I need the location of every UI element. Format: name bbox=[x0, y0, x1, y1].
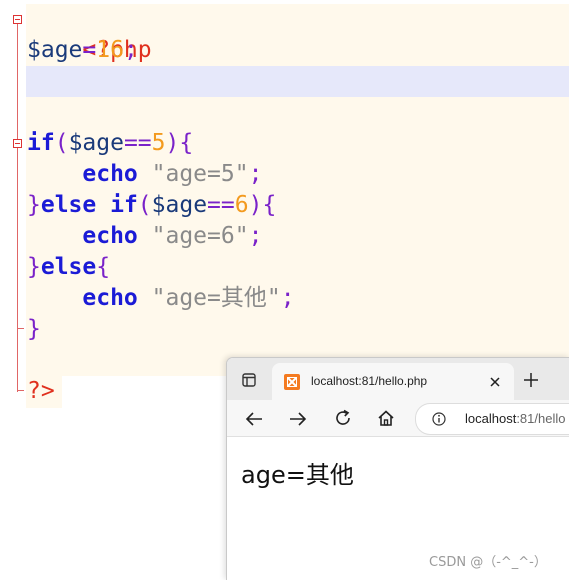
code-line-else: }else{ bbox=[27, 252, 110, 283]
keyword-echo: echo bbox=[82, 223, 138, 249]
variable: $age bbox=[27, 37, 83, 63]
paren-close: ) bbox=[248, 192, 263, 218]
brace-open: { bbox=[96, 254, 111, 280]
url-path: :81/hello bbox=[516, 411, 566, 426]
variable: $age bbox=[68, 130, 124, 156]
code-line-echo-1: echo "age=5"; bbox=[27, 159, 262, 190]
operator: == bbox=[207, 192, 235, 218]
plus-icon[interactable] bbox=[521, 370, 541, 390]
fold-guide-line bbox=[17, 20, 18, 392]
reload-icon[interactable] bbox=[332, 407, 354, 429]
sidebar-icon[interactable] bbox=[239, 370, 259, 390]
csdn-watermark: CSDN @（-^_^-） bbox=[429, 555, 547, 570]
keyword-else: else bbox=[40, 254, 97, 280]
operator: = bbox=[82, 37, 97, 63]
fold-collapse-icon[interactable] bbox=[13, 15, 22, 24]
info-icon[interactable] bbox=[431, 411, 447, 427]
forward-arrow-icon[interactable] bbox=[287, 408, 309, 430]
browser-window[interactable]: localhost:81/hello.php localhost:81/hell… bbox=[226, 357, 569, 580]
back-arrow-icon[interactable] bbox=[243, 408, 265, 430]
brace-close: } bbox=[27, 254, 41, 280]
paren-open: ( bbox=[137, 192, 152, 218]
code-line-assign: $age=16; bbox=[27, 35, 138, 66]
string-literal: "age=6" bbox=[151, 223, 249, 249]
keyword-echo: echo bbox=[82, 285, 138, 311]
url-host: localhost bbox=[465, 411, 517, 426]
semicolon: ; bbox=[280, 285, 295, 311]
code-line-if: if($age==5){ bbox=[27, 128, 193, 159]
fold-collapse-icon[interactable] bbox=[13, 139, 22, 148]
semicolon: ; bbox=[248, 223, 263, 249]
semicolon: ; bbox=[123, 37, 138, 63]
code-line-close-tag: ?> bbox=[27, 376, 55, 407]
brace-open: { bbox=[262, 192, 277, 218]
operator: == bbox=[123, 130, 152, 156]
keyword-if: if bbox=[27, 130, 55, 156]
home-icon[interactable] bbox=[375, 407, 397, 429]
string-literal: "age=5" bbox=[151, 161, 249, 187]
semicolon: ; bbox=[248, 161, 263, 187]
paren-close: ) bbox=[165, 130, 180, 156]
number-literal: 5 bbox=[151, 130, 166, 156]
code-line-close-brace: } bbox=[27, 314, 41, 345]
code-line-echo-2: echo "age=6"; bbox=[27, 221, 262, 252]
fold-end-marker bbox=[18, 390, 24, 391]
tab-title: localhost:81/hello.php bbox=[311, 374, 428, 388]
tab-hello-php[interactable]: localhost:81/hello.php bbox=[272, 363, 514, 400]
keyword-echo: echo bbox=[82, 161, 138, 187]
code-line-open-tag: <?php bbox=[27, 4, 151, 63]
xampp-favicon bbox=[284, 374, 300, 390]
string-literal: "age=其他" bbox=[151, 285, 281, 311]
variable: $age bbox=[151, 192, 208, 218]
page-output-text: age=其他 bbox=[241, 461, 354, 489]
tab-strip: localhost:81/hello.php bbox=[227, 358, 569, 400]
brace-close: } bbox=[27, 316, 41, 342]
address-bar[interactable]: localhost:81/hello bbox=[415, 403, 569, 435]
php-close-tag: ?> bbox=[27, 378, 55, 404]
brace-close: } bbox=[27, 192, 41, 218]
code-line-elseif: }else if($age==6){ bbox=[27, 190, 276, 221]
browser-toolbar: localhost:81/hello bbox=[227, 400, 569, 437]
paren-open: ( bbox=[54, 130, 69, 156]
close-icon[interactable] bbox=[487, 374, 503, 390]
fold-end-marker bbox=[18, 328, 24, 329]
number-literal: 6 bbox=[234, 192, 249, 218]
number-literal: 16 bbox=[96, 37, 124, 63]
brace-open: { bbox=[179, 130, 194, 156]
url-text: localhost:81/hello bbox=[465, 411, 565, 426]
current-line-highlight bbox=[26, 66, 569, 97]
code-line-echo-3: echo "age=其他"; bbox=[27, 283, 295, 314]
keyword-else-if: else if bbox=[40, 192, 138, 218]
